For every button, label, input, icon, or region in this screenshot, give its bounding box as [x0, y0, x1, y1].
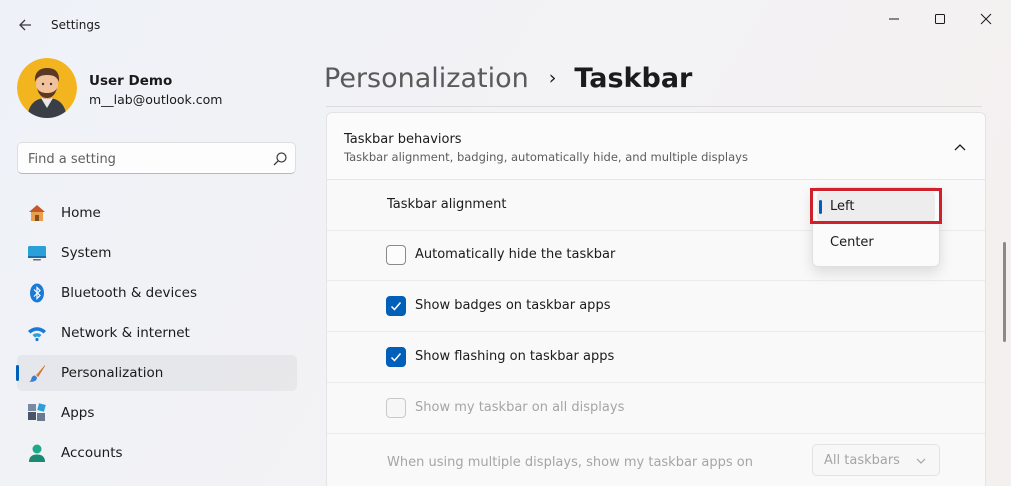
- chevron-down-icon: [916, 458, 926, 464]
- brush-icon: [29, 365, 45, 382]
- breadcrumb-parent[interactable]: Personalization: [324, 63, 529, 94]
- sidebar-nav: Home System Bluetooth & devices Network …: [16, 195, 297, 475]
- sidebar-item-apps[interactable]: Apps: [17, 395, 297, 431]
- auto-hide-checkbox[interactable]: [386, 245, 406, 265]
- multi-display-value: All taskbars: [824, 453, 900, 468]
- apps-icon: [28, 403, 46, 421]
- sidebar-item-home[interactable]: Home: [17, 195, 297, 231]
- taskbar-behaviors-card: Taskbar behaviors Taskbar alignment, bad…: [326, 112, 986, 486]
- app-title: Settings: [51, 18, 101, 32]
- all-displays-label: Show my taskbar on all displays: [415, 400, 625, 415]
- sidebar-item-system[interactable]: System: [17, 235, 297, 271]
- breadcrumb-separator: ›: [548, 67, 557, 89]
- title-bar: Settings: [0, 0, 1011, 50]
- taskbar-alignment-label: Taskbar alignment: [387, 197, 507, 212]
- alignment-option-left[interactable]: Left: [817, 192, 935, 222]
- wifi-icon: [28, 327, 46, 342]
- show-flashing-row: Show flashing on taskbar apps: [327, 333, 985, 383]
- sidebar-item-bluetooth-devices[interactable]: Bluetooth & devices: [17, 275, 297, 311]
- auto-hide-label: Automatically hide the taskbar: [415, 247, 616, 262]
- vertical-scrollbar[interactable]: [1003, 242, 1006, 342]
- taskbar-alignment-menu: Left Center: [812, 187, 940, 267]
- system-icon: [28, 246, 46, 261]
- multi-display-select[interactable]: All taskbars: [812, 444, 940, 476]
- user-email: m__lab@outlook.com: [89, 92, 223, 107]
- minimize-icon: [889, 18, 899, 20]
- sidebar-item-network-internet[interactable]: Network & internet: [17, 315, 297, 351]
- user-avatar-icon: [17, 58, 77, 118]
- maximize-icon: [935, 14, 945, 24]
- chevron-up-icon: [954, 144, 966, 151]
- all-displays-row: Show my taskbar on all displays: [327, 384, 985, 434]
- show-badges-checkbox[interactable]: [386, 296, 406, 316]
- checkmark-icon: [390, 302, 402, 311]
- home-icon: [29, 205, 45, 221]
- breadcrumb: Personalization › Taskbar: [324, 58, 692, 98]
- sidebar-item-accounts[interactable]: Accounts: [17, 435, 297, 471]
- avatar[interactable]: [17, 58, 77, 118]
- search-box: [17, 142, 296, 174]
- back-arrow-icon: [19, 19, 31, 31]
- bluetooth-icon: [30, 283, 44, 303]
- search-icon[interactable]: [272, 151, 288, 167]
- page-title: Taskbar: [574, 62, 693, 94]
- section-title: Taskbar behaviors: [344, 132, 462, 147]
- show-badges-label: Show badges on taskbar apps: [415, 298, 611, 313]
- back-button[interactable]: [12, 12, 38, 38]
- accounts-icon: [29, 444, 45, 462]
- user-name: User Demo: [89, 73, 173, 89]
- taskbar-behaviors-header[interactable]: Taskbar behaviors Taskbar alignment, bad…: [327, 113, 985, 180]
- close-button[interactable]: [966, 5, 1006, 33]
- show-badges-row: Show badges on taskbar apps: [327, 282, 985, 332]
- alignment-option-center[interactable]: Center: [817, 228, 935, 258]
- minimize-button[interactable]: [874, 5, 914, 33]
- show-flashing-checkbox[interactable]: [386, 347, 406, 367]
- multi-display-label: When using multiple displays, show my ta…: [387, 455, 753, 470]
- all-displays-checkbox[interactable]: [386, 398, 406, 418]
- section-subtitle: Taskbar alignment, badging, automaticall…: [344, 150, 748, 164]
- header-divider: [326, 106, 982, 107]
- show-flashing-label: Show flashing on taskbar apps: [415, 349, 615, 364]
- maximize-button[interactable]: [920, 5, 960, 33]
- search-input[interactable]: [28, 149, 268, 169]
- close-icon: [980, 13, 992, 25]
- checkmark-icon: [390, 353, 402, 362]
- sidebar-item-personalization[interactable]: Personalization: [16, 355, 297, 391]
